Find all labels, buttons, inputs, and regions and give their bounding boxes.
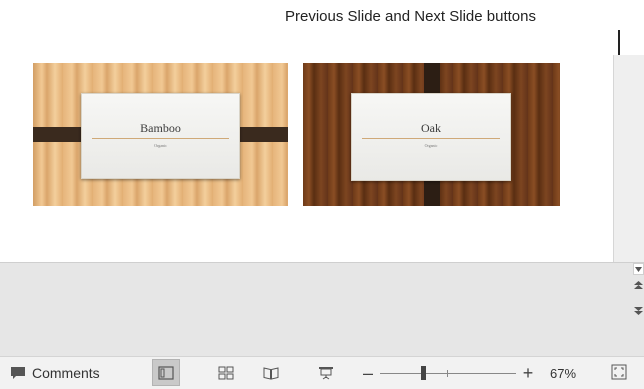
decorative-bar-right [238, 127, 288, 142]
vertical-scroll-pane [613, 55, 644, 262]
zoom-slider-track[interactable] [380, 373, 516, 374]
previous-slide-button[interactable] [633, 279, 644, 291]
normal-view-icon [158, 365, 174, 380]
slide-title: Oak [421, 121, 441, 135]
slide-show-button[interactable] [312, 359, 340, 386]
comments-button[interactable]: Comments [10, 359, 100, 387]
slide-sorter-view-button[interactable] [212, 359, 240, 386]
reading-view-icon [263, 366, 279, 380]
reading-view-button[interactable] [257, 359, 285, 386]
decorative-bar-bottom [424, 179, 440, 206]
comment-icon [11, 367, 25, 379]
scroll-down-icon[interactable] [633, 263, 644, 275]
slide-show-icon [319, 366, 333, 379]
zoom-level[interactable]: 67% [550, 366, 576, 381]
title-card: Oak Organic [351, 93, 511, 181]
title-rule [362, 138, 500, 139]
double-chevron-down-icon [634, 307, 643, 315]
fit-to-window-button[interactable] [608, 361, 630, 383]
callout-label: Previous Slide and Next Slide buttons [285, 8, 536, 25]
slide-title: Bamboo [140, 121, 181, 135]
decorative-bar-top [424, 63, 440, 96]
title-rule [92, 138, 229, 139]
normal-view-button[interactable] [152, 359, 180, 386]
slide-subtitle: Organic [154, 143, 167, 148]
slide-thumbnail-bamboo[interactable]: Bamboo Organic [33, 63, 288, 206]
next-slide-button[interactable] [633, 305, 644, 317]
zoom-in-button[interactable]: + [521, 359, 535, 387]
zoom-slider-thumb[interactable] [421, 366, 426, 380]
zoom-out-button[interactable]: – [361, 359, 375, 387]
slide-subtitle: Organic [424, 143, 438, 148]
comments-label: Comments [32, 365, 100, 381]
slide-sorter-icon [218, 366, 234, 379]
zoom-slider-center-tick [447, 370, 448, 377]
decorative-bar-left [33, 127, 83, 142]
double-chevron-up-icon [634, 281, 643, 289]
notes-area [0, 263, 644, 356]
title-card: Bamboo Organic [81, 93, 240, 179]
fit-to-window-icon [611, 364, 627, 380]
slide-thumbnail-oak[interactable]: Oak Organic [303, 63, 560, 206]
status-bar: Comments – + 67% [0, 356, 644, 389]
